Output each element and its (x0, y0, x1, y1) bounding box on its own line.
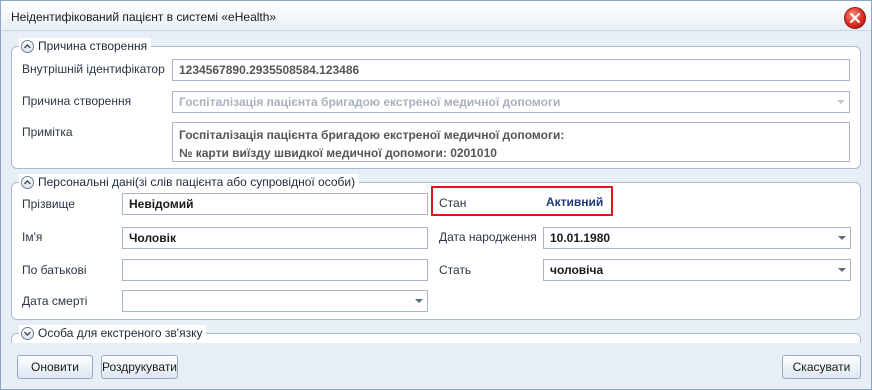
title-bar: Неідентифікований пацієнт в системі «eHe… (1, 1, 871, 31)
personal-data-header[interactable]: Персональні дані(зі слів пацієнта або су… (19, 174, 360, 190)
emergency-contact-header[interactable]: Особа для екстреного зв'язку (19, 325, 207, 341)
note-line-2: № карти виїзду швидкої медичної допомоги… (179, 146, 497, 160)
status-label: Стан (439, 196, 467, 210)
chevron-down-icon (837, 100, 845, 104)
note-line-1: Госпіталізація пацієнта бригадою екстрен… (179, 128, 565, 142)
emergency-contact-title: Особа для екстреного зв'язку (38, 326, 203, 340)
refresh-button[interactable]: Оновити (17, 355, 93, 379)
chevron-down-icon (838, 236, 846, 240)
surname-label: Прізвище (22, 197, 75, 211)
creation-reason-header[interactable]: Причина створення (19, 38, 152, 54)
note-textarea[interactable]: Госпіталізація пацієнта бригадою екстрен… (172, 122, 850, 162)
expand-toggle-icon[interactable] (21, 326, 34, 340)
chevron-down-icon (838, 268, 846, 272)
sex-select[interactable]: чоловіча (543, 259, 851, 281)
print-button[interactable]: Роздрукувати (101, 355, 178, 379)
status-value: Активний (546, 195, 604, 209)
death-date-label: Дата смерті (22, 294, 88, 308)
birth-date-label: Дата народження (439, 230, 537, 244)
collapse-toggle-icon[interactable] (21, 39, 34, 53)
internal-id-field[interactable]: 1234567890.2935508584.123486 (172, 59, 850, 81)
birth-date-select[interactable]: 10.01.1980 (543, 227, 851, 249)
chevron-down-icon (415, 299, 423, 303)
close-icon (850, 13, 860, 23)
window-title: Неідентифікований пацієнт в системі «eHe… (11, 10, 277, 24)
internal-id-label: Внутрішній ідентифікатор (22, 62, 165, 76)
creation-reason-label: Причина створення (22, 94, 132, 108)
creation-reason-title: Причина створення (38, 39, 148, 53)
dialog-window: Неідентифікований пацієнт в системі «eHe… (0, 0, 872, 390)
death-date-select[interactable] (122, 290, 428, 312)
patronymic-field[interactable] (122, 259, 428, 281)
note-label: Примітка (22, 125, 73, 139)
creation-reason-select[interactable]: Госпіталізація пацієнта бригадою екстрен… (172, 91, 850, 113)
cancel-button[interactable]: Скасувати (782, 355, 861, 379)
personal-data-title: Персональні дані(зі слів пацієнта або су… (38, 175, 356, 189)
collapse-toggle-icon[interactable] (21, 175, 34, 189)
close-button[interactable] (844, 7, 866, 29)
sex-label: Стать (439, 263, 472, 277)
surname-field[interactable]: Невідомий (122, 193, 428, 215)
name-label: Ім'я (22, 230, 43, 244)
name-field[interactable]: Чоловік (122, 227, 428, 249)
patronymic-label: По батькові (22, 263, 87, 277)
